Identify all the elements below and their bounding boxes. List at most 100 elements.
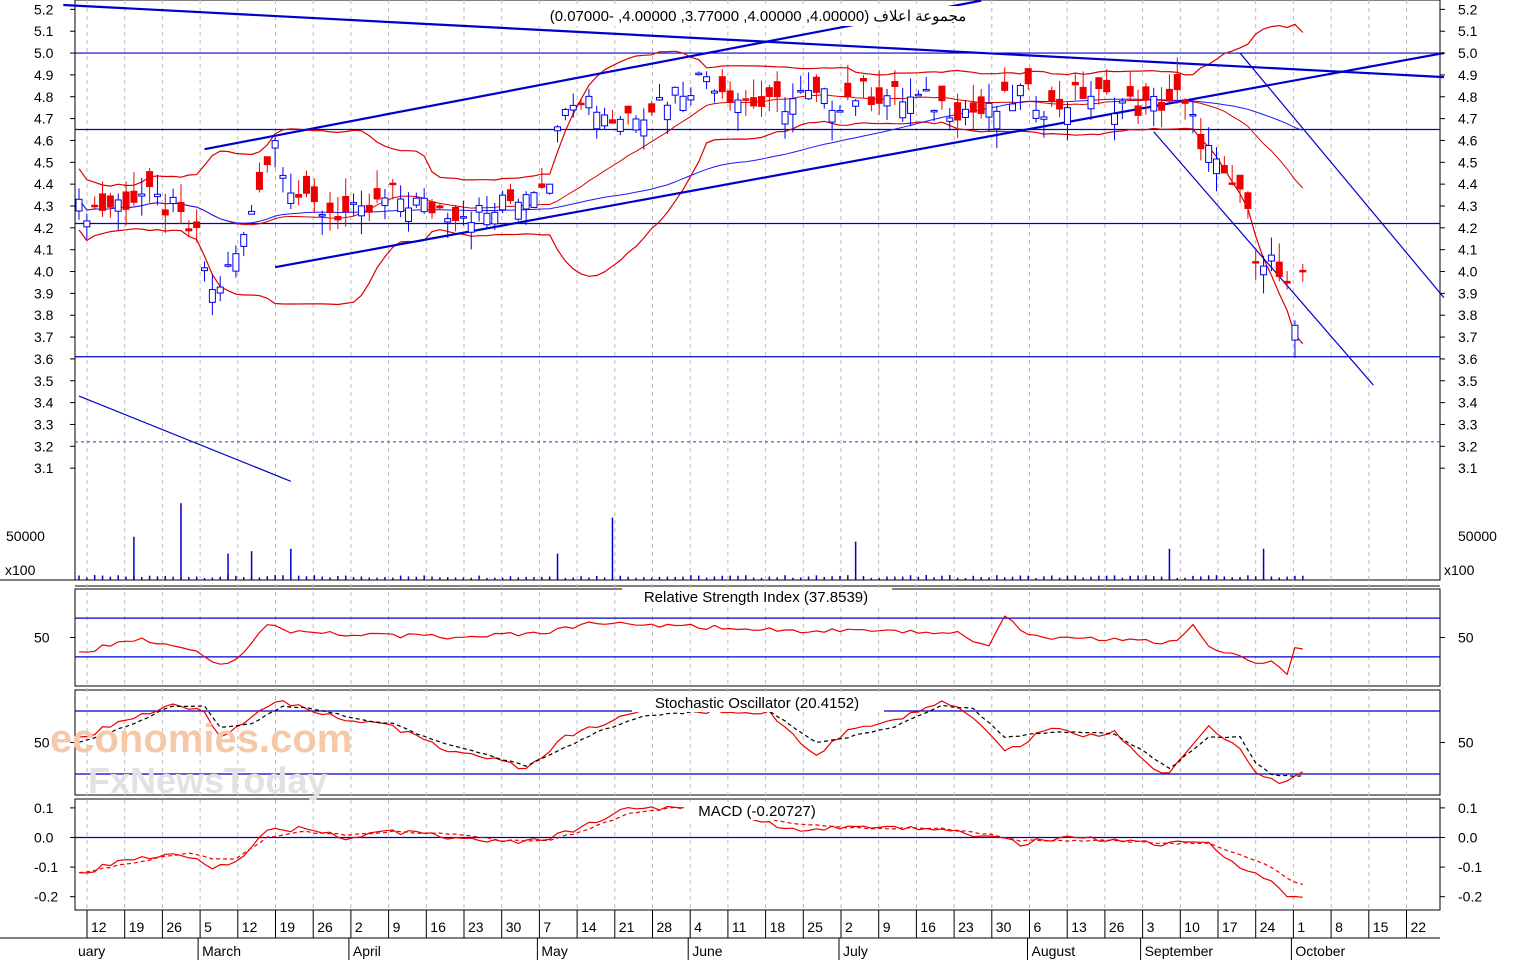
candle-body [789, 98, 797, 115]
rsi-panel-title: Relative Strength Index (37.8539) [644, 589, 868, 606]
x-tick-label: 4 [694, 919, 702, 935]
candle-body [710, 90, 718, 94]
x-tick-label: 26 [1109, 919, 1125, 935]
candle-body [961, 108, 969, 118]
rsi-tick-label-right: 50 [1458, 630, 1474, 646]
candle-body [671, 86, 679, 96]
candle-body [287, 192, 295, 204]
x-tick-label: 15 [1373, 919, 1389, 935]
month-label: August [1032, 943, 1076, 959]
price-tick-label-left: 4.3 [34, 198, 54, 214]
candle-body [303, 175, 310, 194]
candle-body [1181, 99, 1189, 104]
candle-body [1095, 77, 1103, 90]
x-tick-label: 30 [996, 919, 1012, 935]
candle-body [1103, 79, 1111, 93]
candle-body [1001, 81, 1009, 91]
macd-tick-label-left: 0.1 [34, 800, 54, 816]
price-tick-label-right: 3.4 [1458, 395, 1478, 411]
candle-body [648, 103, 656, 113]
price-tick-label-right: 4.3 [1458, 198, 1478, 214]
candle-body [83, 220, 91, 228]
candle-body [1244, 192, 1252, 209]
price-tick-label-left: 4.4 [34, 176, 54, 192]
month-label: uary [78, 943, 105, 959]
rsi-series-solid [78, 615, 1303, 676]
candle-body [1165, 88, 1173, 102]
candle-body [812, 76, 820, 93]
candle-body [1205, 145, 1213, 163]
candle-body [295, 194, 303, 198]
candle-body [640, 119, 648, 137]
price-tick-label-right: 4.8 [1458, 89, 1478, 105]
x-tick-label: 2 [355, 919, 363, 935]
x-tick-label: 6 [1034, 919, 1042, 935]
price-tick-label-left: 3.1 [34, 460, 54, 476]
candle-body [750, 97, 758, 107]
macd-tick-label-right: 0.1 [1458, 800, 1478, 816]
price-panel-title: مجموعة اعلاف (4.00000, 4.00000, 3.77000,… [550, 8, 967, 25]
candle-body [381, 197, 389, 207]
candle-body [326, 202, 334, 214]
candle-body [938, 85, 946, 102]
old-downtrend-line [78, 395, 292, 482]
candle-body [1126, 86, 1134, 97]
macd-tick-label-left: 0.0 [34, 829, 54, 845]
candle-body [1056, 98, 1064, 110]
candle-body [797, 90, 805, 93]
x-tick-label: 8 [1335, 919, 1343, 935]
candle-body [624, 105, 632, 114]
price-tick-label-left: 3.8 [34, 307, 54, 323]
x-tick-label: 19 [129, 919, 145, 935]
candle-body [805, 89, 813, 100]
candle-body [161, 209, 169, 216]
price-tick-label-left: 3.9 [34, 285, 54, 301]
macd-series-solid [78, 805, 1303, 898]
candle-body [852, 100, 860, 107]
candle-body [569, 104, 577, 111]
candle-body [608, 119, 616, 124]
candle-body [248, 210, 256, 215]
candle-body [350, 202, 358, 205]
candle-body [122, 191, 130, 210]
candle-body [1040, 116, 1048, 120]
candle-body [1275, 261, 1283, 277]
stoch-tick-label-left: 50 [34, 735, 50, 751]
price-tick-label-right: 3.2 [1458, 438, 1478, 454]
price-tick-label-right: 4.0 [1458, 264, 1478, 280]
candle-body [859, 78, 867, 82]
candle-body [656, 97, 664, 101]
candle-body [185, 228, 193, 232]
candle-body [758, 96, 765, 107]
candle-body [279, 174, 287, 179]
candle-body [467, 222, 475, 233]
x-tick-label: 12 [242, 919, 258, 935]
rsi-tick-label-left: 50 [34, 630, 50, 646]
candle-body [216, 286, 224, 294]
candle-body [781, 111, 789, 125]
candle-body [1213, 158, 1220, 175]
candle-body [444, 218, 452, 223]
bollinger-lower [78, 120, 1304, 345]
candle-body [255, 171, 263, 190]
candle-body [412, 197, 420, 206]
candle-body [1071, 81, 1079, 86]
candle-body [899, 101, 907, 119]
candle-body [1087, 95, 1095, 110]
price-tick-label-left: 4.7 [34, 111, 54, 127]
candle-body [687, 95, 695, 101]
candle-body [75, 198, 83, 212]
price-tick-label-right: 4.5 [1458, 154, 1478, 170]
candle-body [601, 114, 609, 127]
candle-body [1150, 95, 1158, 112]
candle-body [224, 264, 232, 267]
candle-body [1134, 105, 1142, 116]
x-tick-label: 16 [920, 919, 936, 935]
candle-body [232, 253, 240, 272]
candle-body [153, 193, 161, 198]
x-tick-label: 30 [506, 919, 522, 935]
price-tick-label-right: 5.2 [1458, 1, 1478, 17]
candle-body [695, 72, 703, 76]
candle-body [1016, 85, 1024, 97]
price-tick-label-left: 4.6 [34, 132, 54, 148]
